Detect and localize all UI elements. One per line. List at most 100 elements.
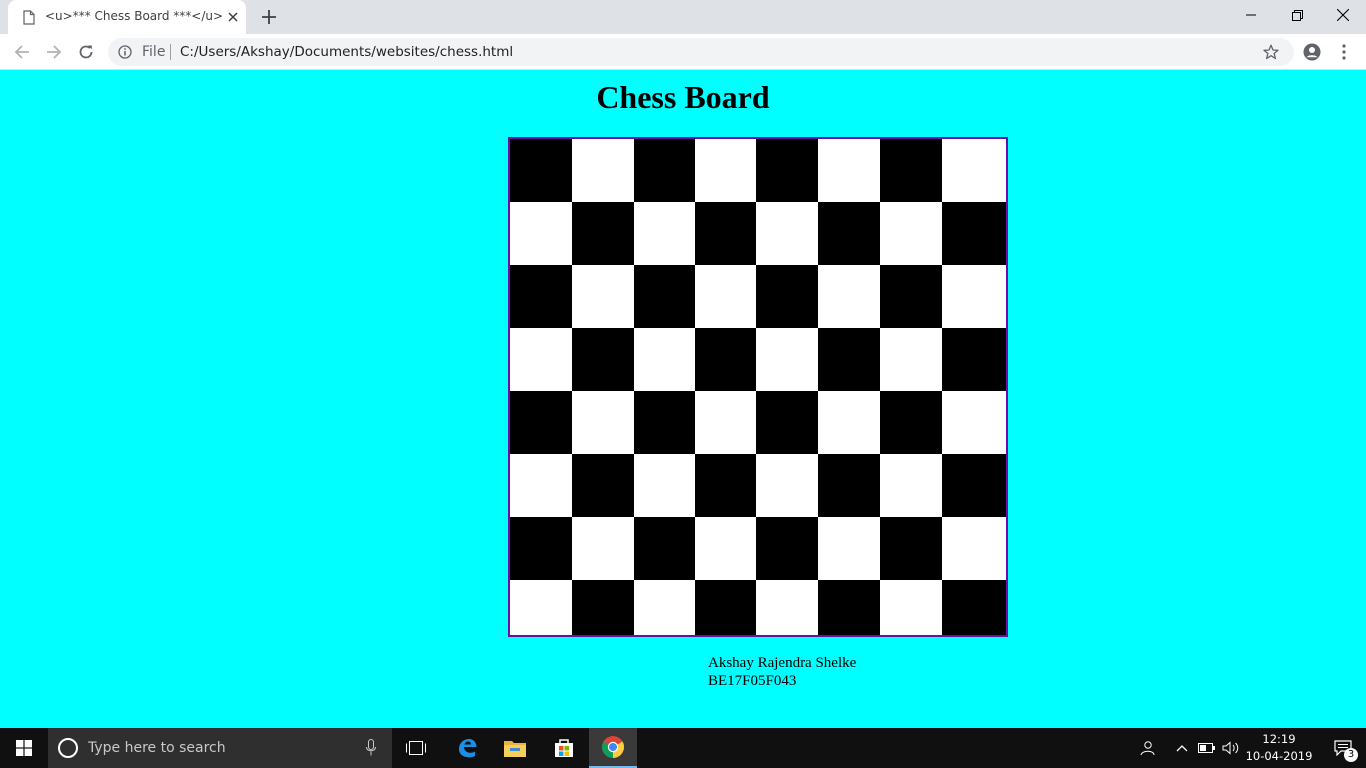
board-square	[695, 454, 756, 517]
board-square	[510, 265, 572, 328]
bookmark-star-icon[interactable]	[1263, 44, 1279, 60]
volume-button[interactable]	[1220, 728, 1242, 768]
board-square	[695, 517, 756, 580]
restore-icon	[1291, 9, 1303, 21]
board-square	[572, 454, 634, 517]
page-icon	[23, 10, 35, 25]
board-square	[942, 580, 1006, 635]
back-button[interactable]	[12, 42, 32, 62]
info-icon[interactable]	[118, 45, 132, 59]
board-square	[818, 265, 880, 328]
new-tab-plus-icon[interactable]	[260, 8, 278, 26]
address-separator	[170, 44, 171, 60]
board-square	[942, 454, 1006, 517]
board-square	[634, 328, 695, 391]
board-square	[818, 580, 880, 635]
start-button[interactable]	[0, 728, 48, 768]
tab-title: <u>*** Chess Board ***</u>	[45, 9, 224, 23]
author-name: Akshay Rajendra Shelke	[708, 655, 857, 671]
show-hidden-icons-button[interactable]	[1172, 728, 1192, 768]
file-explorer-app[interactable]	[491, 728, 539, 768]
board-square	[510, 454, 572, 517]
board-square	[695, 202, 756, 265]
board-square	[756, 517, 818, 580]
board-square	[572, 139, 634, 202]
board-square	[818, 328, 880, 391]
address-url[interactable]: C:/Users/Akshay/Documents/websites/chess…	[180, 44, 513, 60]
microphone-icon[interactable]	[366, 739, 376, 756]
board-square	[634, 265, 695, 328]
chess-board	[508, 137, 1008, 637]
board-square	[634, 391, 695, 454]
board-square	[572, 202, 634, 265]
board-square	[942, 139, 1006, 202]
reload-button[interactable]	[76, 42, 96, 62]
board-square	[510, 202, 572, 265]
board-square	[880, 139, 942, 202]
board-square	[695, 265, 756, 328]
board-square	[695, 139, 756, 202]
file-explorer-icon	[504, 741, 526, 757]
board-square	[634, 454, 695, 517]
board-square	[880, 391, 942, 454]
edge-app[interactable]	[443, 728, 491, 768]
chrome-icon	[602, 736, 624, 758]
battery-icon	[1198, 743, 1215, 753]
edge-icon	[459, 739, 477, 758]
people-icon	[1140, 741, 1155, 756]
action-center-button[interactable]: 3	[1320, 728, 1366, 768]
board-square	[695, 391, 756, 454]
board-square	[634, 517, 695, 580]
profile-button[interactable]	[1302, 42, 1322, 62]
board-square	[818, 391, 880, 454]
notification-count-badge: 3	[1344, 748, 1358, 762]
kebab-menu-icon	[1342, 44, 1346, 60]
board-square	[756, 391, 818, 454]
speaker-icon	[1222, 741, 1239, 755]
restore-button[interactable]	[1274, 0, 1320, 30]
board-square	[756, 139, 818, 202]
board-square	[510, 517, 572, 580]
board-square	[756, 202, 818, 265]
board-square	[634, 139, 695, 202]
board-square	[634, 580, 695, 635]
page-title: Chess Board	[596, 79, 770, 115]
close-window-icon	[1337, 9, 1349, 21]
menu-button[interactable]	[1334, 42, 1354, 62]
task-view-icon	[406, 741, 426, 755]
board-square	[880, 328, 942, 391]
board-square	[695, 328, 756, 391]
close-tab-icon[interactable]	[226, 10, 240, 24]
task-view-button[interactable]	[392, 728, 440, 768]
board-square	[572, 265, 634, 328]
board-square	[756, 454, 818, 517]
reload-icon	[79, 45, 93, 59]
taskbar-search-placeholder: Type here to search	[88, 740, 226, 756]
board-square	[572, 391, 634, 454]
board-square	[510, 328, 572, 391]
board-square	[572, 580, 634, 635]
store-app[interactable]	[540, 728, 588, 768]
system-clock[interactable]: 12:19 10-04-2019	[1240, 731, 1318, 765]
taskbar-search[interactable]: Type here to search	[48, 728, 392, 768]
battery-button[interactable]	[1196, 728, 1218, 768]
people-button[interactable]	[1136, 728, 1158, 768]
browser-tabstrip: <u>*** Chess Board ***</u>	[0, 0, 1366, 34]
board-square	[818, 454, 880, 517]
board-square	[880, 580, 942, 635]
address-bar[interactable]: File C:/Users/Akshay/Documents/websites/…	[108, 38, 1294, 66]
minimize-button[interactable]	[1228, 0, 1274, 30]
forward-button[interactable]	[44, 42, 64, 62]
board-square	[756, 265, 818, 328]
browser-toolbar: File C:/Users/Akshay/Documents/websites/…	[0, 34, 1366, 70]
board-square	[942, 328, 1006, 391]
minimize-icon	[1246, 14, 1256, 16]
chrome-app[interactable]	[589, 728, 637, 768]
board-square	[510, 391, 572, 454]
browser-tab[interactable]: <u>*** Chess Board ***</u>	[8, 0, 246, 34]
taskbar: Type here to search 12:19 10-04-2019 3	[0, 728, 1366, 768]
board-square	[942, 202, 1006, 265]
back-arrow-icon	[14, 45, 29, 59]
board-square	[942, 265, 1006, 328]
close-window-button[interactable]	[1320, 0, 1366, 30]
